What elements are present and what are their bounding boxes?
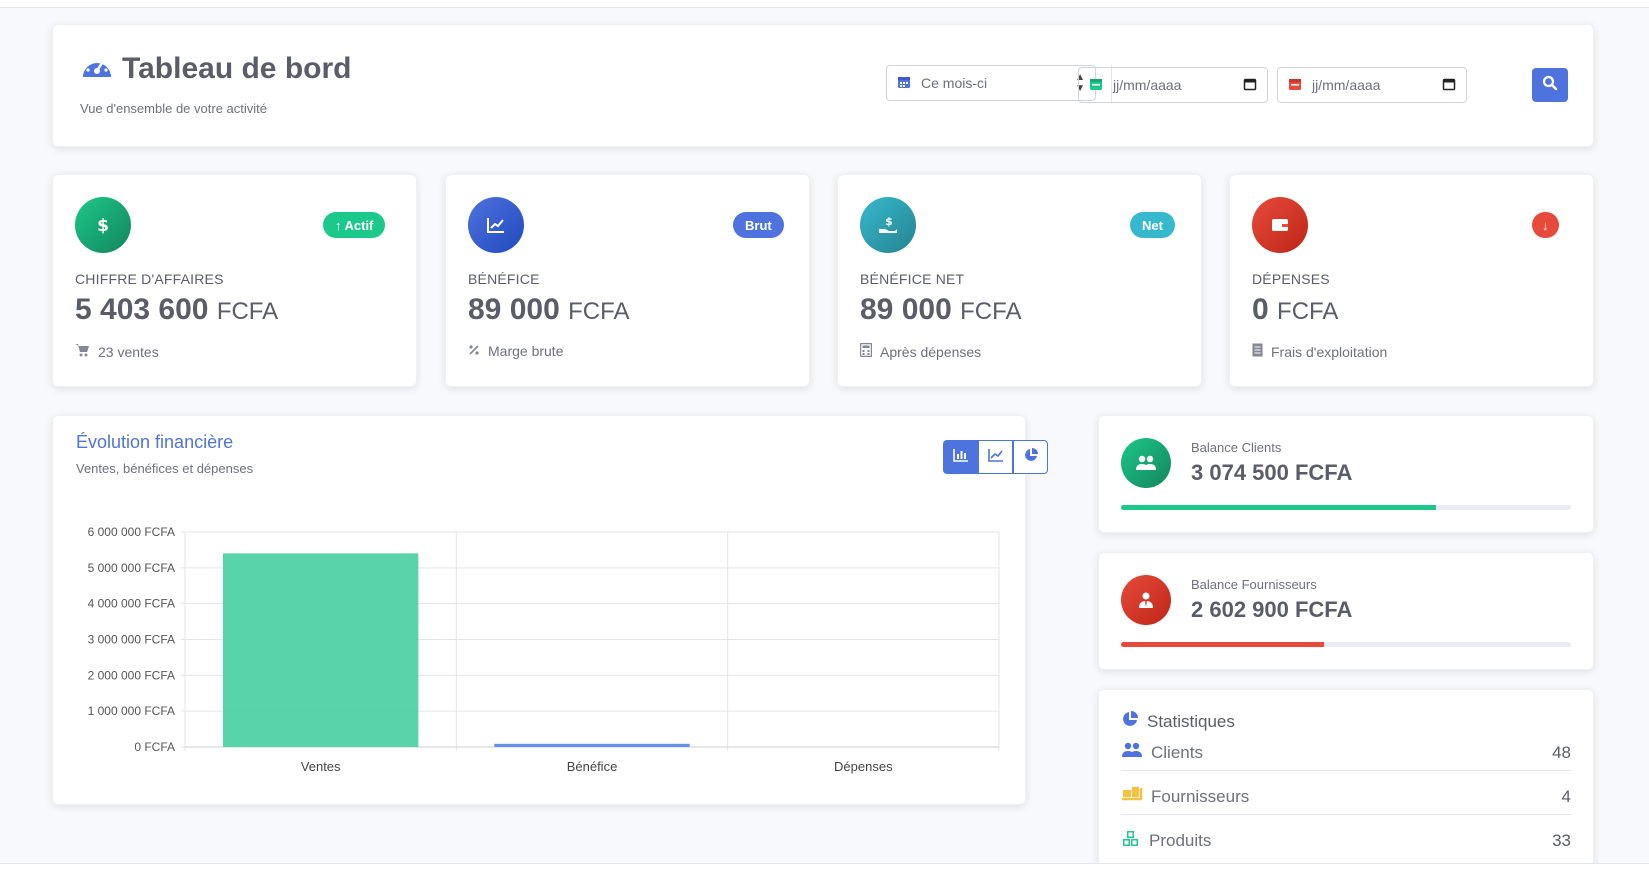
- calculator-icon: [859, 342, 873, 360]
- chart-line-icon: [468, 197, 524, 253]
- balance-card-clients: Balance Clients 3 074 500 FCFA: [1098, 415, 1594, 533]
- bar: [494, 743, 690, 747]
- period-select[interactable]: Ce mois-ci ▲ ▼: [886, 65, 1096, 101]
- arrow-down-icon: ↓: [1532, 212, 1559, 238]
- progress-bar: [1121, 505, 1571, 510]
- date-end-placeholder: jj/mm/aaaa: [1312, 77, 1381, 93]
- status-badge: ↑ Actif: [323, 212, 386, 238]
- kpi-value: 0 FCFA: [1252, 293, 1339, 326]
- period-select-value: Ce mois-ci: [921, 75, 988, 91]
- stat-row-suppliers[interactable]: Fournisseurs 4: [1121, 779, 1571, 815]
- kpi-footer: 23 ventes: [75, 343, 159, 360]
- kpi-value: 5 403 600 FCFA: [75, 293, 279, 326]
- balance-card-suppliers: Balance Fournisseurs 2 602 900 FCFA: [1098, 552, 1594, 670]
- kpi-footer: Frais d'exploitation: [1252, 343, 1387, 360]
- balance-value: 2 602 900 FCFA: [1191, 597, 1353, 622]
- stat-count: 48: [1552, 742, 1571, 762]
- status-badge: Brut: [733, 212, 784, 238]
- bottom-bar: [0, 863, 1649, 869]
- page-title: Tableau de bord: [122, 51, 352, 85]
- stats-card: Statistiques Clients 48 Fournisseurs 4 P…: [1098, 689, 1594, 869]
- kpi-card-profit: Brut BÉNÉFICE 89 000 FCFA Marge brute: [445, 174, 810, 387]
- progress-bar: [1121, 642, 1571, 647]
- svg-text:$: $: [97, 216, 109, 235]
- kpi-label: BÉNÉFICE NET: [860, 271, 965, 287]
- page-title-wrap: Tableau de bord: [80, 51, 351, 86]
- kpi-footer: Marge brute: [468, 343, 563, 359]
- status-badge: Net: [1130, 212, 1175, 238]
- kpi-label: DÉPENSES: [1252, 271, 1330, 287]
- kpi-footer: Après dépenses: [859, 342, 981, 360]
- wallet-icon: [1252, 197, 1308, 253]
- kpi-label: CHIFFRE D'AFFAIRES: [75, 271, 224, 287]
- pie-chart-icon: [1121, 710, 1139, 733]
- calendar-red-icon: [1288, 77, 1302, 94]
- y-tick-label: 5 000 000 FCFA: [88, 561, 175, 575]
- svg-text:$: $: [885, 215, 893, 228]
- users-icon: [1121, 438, 1171, 488]
- calendar-green-icon: [1089, 77, 1103, 94]
- stats-title: Statistiques: [1121, 710, 1235, 733]
- date-end-input[interactable]: jj/mm/aaaa: [1277, 67, 1467, 103]
- y-tick-label: 2 000 000 FCFA: [88, 668, 175, 682]
- kpi-value: 89 000 FCFA: [860, 293, 1022, 326]
- calendar-picker-icon[interactable]: [1243, 77, 1257, 94]
- y-tick-label: 0 FCFA: [134, 740, 175, 754]
- stat-label: Clients: [1151, 742, 1203, 762]
- progress-fill: [1121, 505, 1436, 510]
- receipt-icon: [1252, 343, 1263, 360]
- percent-icon: [468, 343, 480, 359]
- kpi-card-revenue: $ ↑ Actif CHIFFRE D'AFFAIRES 5 403 600 F…: [52, 174, 417, 387]
- kpi-card-expenses: ↓ DÉPENSES 0 FCFA Frais d'exploitation: [1229, 174, 1594, 387]
- search-button[interactable]: [1532, 68, 1568, 102]
- truck-loading-icon: [1121, 786, 1143, 807]
- stat-row-clients[interactable]: Clients 48: [1121, 735, 1571, 771]
- hand-coin-icon: $: [860, 197, 916, 253]
- x-tick-label: Bénéfice: [567, 759, 618, 774]
- date-start-input[interactable]: jj/mm/aaaa: [1078, 67, 1268, 103]
- y-tick-label: 6 000 000 FCFA: [88, 525, 175, 539]
- balance-label: Balance Clients: [1191, 440, 1282, 455]
- stat-count: 33: [1552, 831, 1571, 850]
- balance-label: Balance Fournisseurs: [1191, 577, 1317, 592]
- date-start-placeholder: jj/mm/aaaa: [1113, 77, 1182, 93]
- tachometer-icon: [80, 51, 114, 86]
- x-tick-label: Dépenses: [834, 759, 893, 774]
- users-icon: [1121, 742, 1143, 763]
- cubes-icon: [1121, 830, 1141, 853]
- user-tie-icon: [1121, 575, 1171, 625]
- x-tick-label: Ventes: [301, 759, 341, 774]
- kpi-label: BÉNÉFICE: [468, 271, 540, 287]
- y-tick-label: 3 000 000 FCFA: [88, 633, 175, 647]
- page-subtitle: Vue d'ensemble de votre activité: [80, 101, 267, 116]
- calendar-picker-icon[interactable]: [1442, 77, 1456, 94]
- arrow-up-icon: ↑: [335, 217, 342, 233]
- chart-card: Évolution financière Ventes, bénéfices e…: [52, 415, 1048, 805]
- stat-label: Produits: [1149, 831, 1212, 850]
- stat-count: 4: [1561, 786, 1571, 806]
- stat-label: Fournisseurs: [1151, 786, 1250, 806]
- kpi-card-net-profit: $ Net BÉNÉFICE NET 89 000 FCFA Après dép…: [837, 174, 1202, 387]
- bar: [222, 553, 419, 747]
- calendar-icon: [897, 75, 911, 92]
- header-card: Tableau de bord Vue d'ensemble de votre …: [52, 24, 1594, 147]
- kpi-value: 89 000 FCFA: [468, 293, 630, 326]
- bar-chart: 0 FCFA 1 000 000 FCFA 2 000 000 FCFA 3 000 …: [88, 525, 1000, 774]
- progress-fill: [1121, 642, 1324, 647]
- y-tick-label: 1 000 000 FCFA: [88, 704, 175, 718]
- stat-row-products[interactable]: Produits 33: [1121, 823, 1571, 859]
- y-tick-label: 4 000 000 FCFA: [88, 597, 175, 611]
- balance-value: 3 074 500 FCFA: [1191, 460, 1353, 485]
- cart-icon: [75, 343, 90, 360]
- top-bar: [0, 0, 1649, 8]
- dollar-icon: $: [75, 197, 131, 253]
- search-icon: [1542, 75, 1558, 96]
